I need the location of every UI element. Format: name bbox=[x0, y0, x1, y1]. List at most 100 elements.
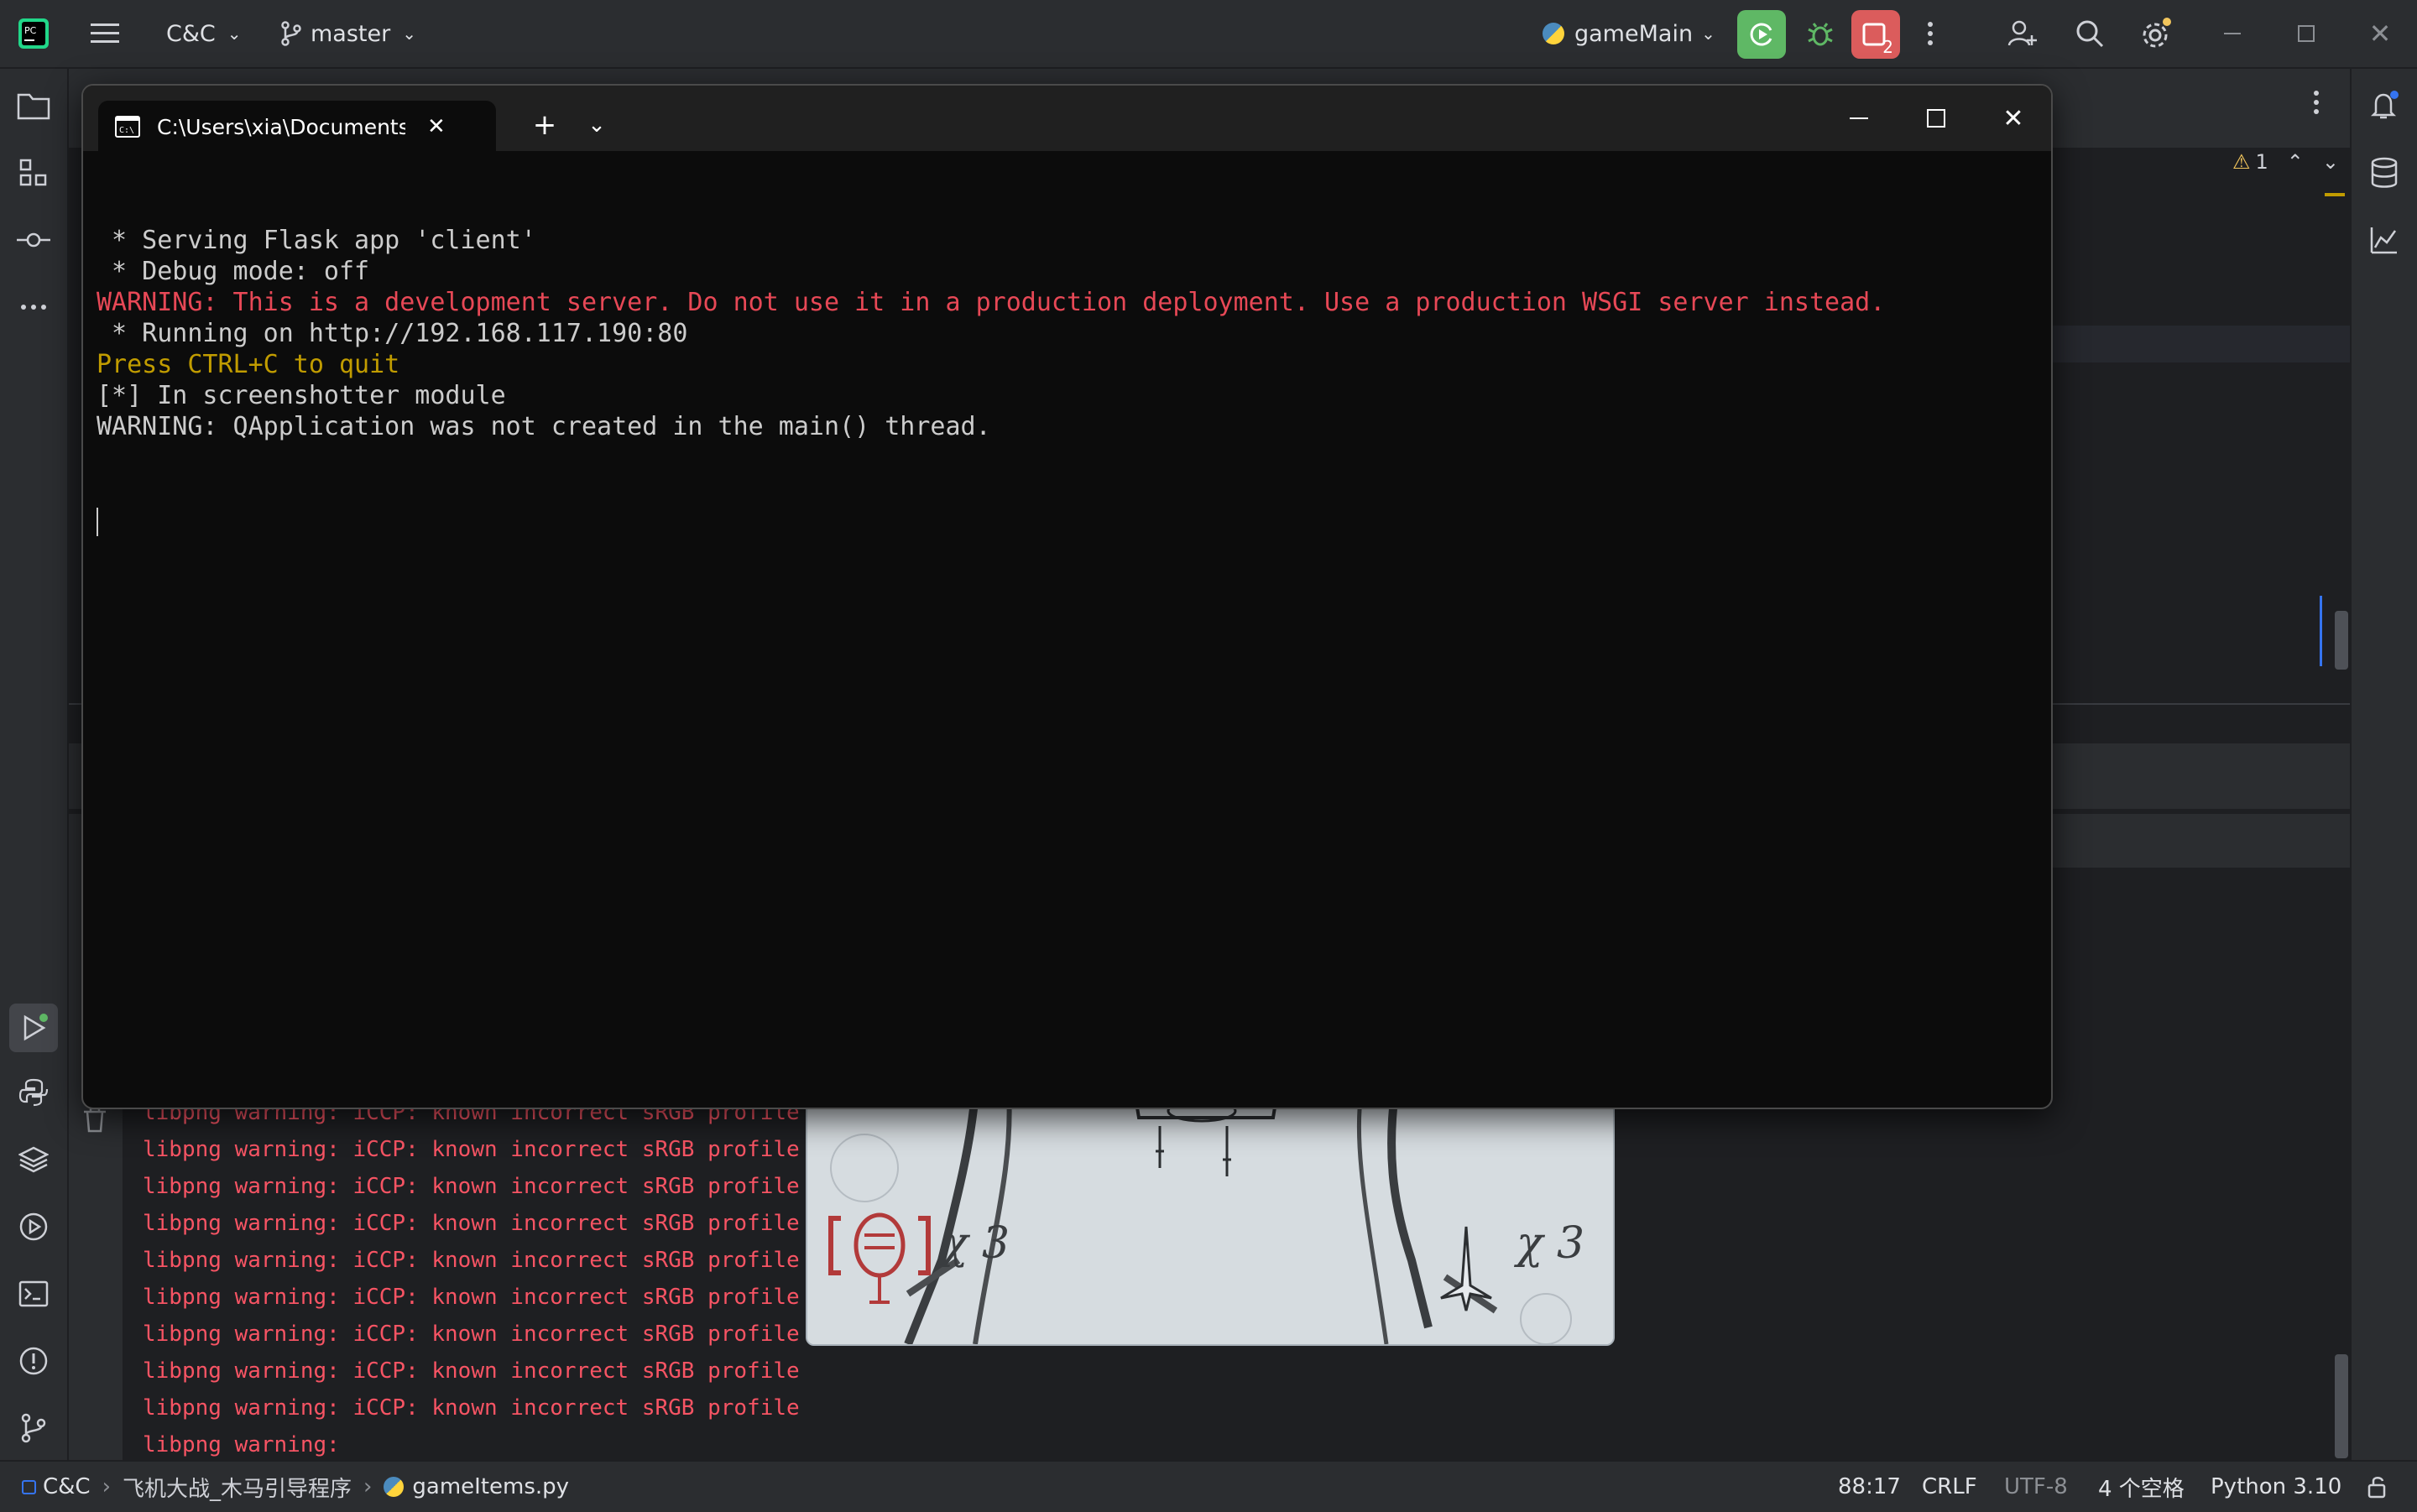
right-tool-stripe bbox=[2350, 69, 2417, 1460]
warning-stripe-marker bbox=[2325, 193, 2345, 196]
stop-button[interactable]: 2 bbox=[1851, 10, 1900, 59]
terminal-minimize-button[interactable] bbox=[1820, 86, 1898, 151]
close-button[interactable]: ✕ bbox=[2343, 0, 2417, 67]
console-line: libpng warning: iCCP: known incorrect sR… bbox=[143, 1358, 800, 1384]
terminal-title-bar: C:\ C:\Users\xia\Documents\gam ✕ + ⌄ ✕ bbox=[83, 86, 2051, 153]
hamburger-menu-icon[interactable] bbox=[91, 0, 119, 67]
python-interpreter[interactable]: Python 3.10 bbox=[2211, 1462, 2341, 1512]
project-name: C&C bbox=[166, 20, 216, 47]
bomb-count: χ 3 bbox=[942, 1218, 1010, 1269]
restore-icon bbox=[2298, 25, 2315, 42]
search-icon[interactable] bbox=[2075, 0, 2105, 67]
run-icon bbox=[1750, 23, 1772, 46]
debug-button[interactable] bbox=[1796, 10, 1845, 59]
rerun-button[interactable] bbox=[1737, 10, 1786, 59]
commit-icon[interactable] bbox=[13, 220, 54, 260]
terminal-line: [*] In screenshotter module bbox=[97, 381, 506, 410]
close-tab-icon[interactable]: ✕ bbox=[427, 114, 446, 139]
chevron-down-icon: ⌄ bbox=[227, 23, 242, 44]
console-line: libpng warning: iCCP: known incorrect sR… bbox=[143, 1174, 800, 1199]
minimize-button[interactable] bbox=[2195, 0, 2269, 67]
breadcrumb: C&C › 飞机大战_木马引导程序 › gameItems.py bbox=[22, 1462, 569, 1512]
layers-icon[interactable] bbox=[13, 1139, 54, 1180]
git-branch-icon bbox=[281, 21, 301, 46]
close-icon: ✕ bbox=[2368, 18, 2392, 50]
console-line: libpng warning: iCCP: known incorrect sR… bbox=[143, 1322, 800, 1347]
python-console-icon[interactable] bbox=[13, 1072, 54, 1113]
warning-icon: ⚠ bbox=[2232, 150, 2251, 174]
structure-icon[interactable] bbox=[13, 153, 54, 193]
svg-text:C:\: C:\ bbox=[119, 126, 134, 135]
console-line: libpng warning: iCCP: known incorrect sR… bbox=[143, 1248, 800, 1273]
console-scrollbar-thumb[interactable] bbox=[2335, 1354, 2348, 1458]
line-separator[interactable]: CRLF bbox=[1922, 1462, 1977, 1512]
restore-button[interactable] bbox=[2269, 0, 2343, 67]
chevron-down-icon[interactable]: ⌄ bbox=[2322, 150, 2339, 174]
maximize-icon bbox=[1927, 109, 1945, 128]
game-window[interactable]: χ 3 χ 3 bbox=[806, 1091, 1615, 1346]
console-line: libpng warning: iCCP: known incorrect sR… bbox=[143, 1211, 800, 1236]
chevron-up-icon[interactable]: ⌃ bbox=[2287, 150, 2304, 174]
terminal-line: WARNING: This is a development server. D… bbox=[97, 288, 1886, 317]
more-horizontal-icon[interactable] bbox=[13, 287, 54, 327]
terminal-line: Press CTRL+C to quit bbox=[97, 350, 400, 379]
debug-icon bbox=[1808, 23, 1833, 46]
cmd-icon: C:\ bbox=[115, 116, 140, 138]
close-icon: ✕ bbox=[2002, 103, 2024, 133]
caret-position[interactable]: 88:17 bbox=[1838, 1462, 1901, 1512]
stop-badge: 2 bbox=[1882, 37, 1893, 57]
trash-icon[interactable] bbox=[82, 1106, 107, 1136]
add-user-icon[interactable] bbox=[2007, 0, 2038, 67]
console-line: libpng warning: iCCP: known incorrect sR… bbox=[143, 1137, 800, 1162]
branch-selector[interactable]: master ⌄ bbox=[280, 0, 416, 67]
terminal-icon[interactable] bbox=[13, 1274, 54, 1314]
more-vertical-icon[interactable] bbox=[2313, 91, 2320, 117]
settings-icon[interactable] bbox=[2140, 0, 2174, 67]
new-tab-button[interactable]: + bbox=[519, 101, 570, 149]
run-config-selector[interactable]: gameMain ⌄ bbox=[1543, 0, 1715, 67]
console-line: libpng warning: iCCP: known incorrect sR… bbox=[143, 1395, 800, 1421]
minimize-icon bbox=[1850, 117, 1868, 119]
terminal-window[interactable]: C:\ C:\Users\xia\Documents\gam ✕ + ⌄ ✕ *… bbox=[81, 84, 2053, 1109]
breadcrumb-project[interactable]: C&C bbox=[43, 1474, 91, 1499]
chevron-down-icon: ⌄ bbox=[402, 23, 416, 44]
game-scene-sketch bbox=[807, 1092, 1613, 1344]
terminal-line: * Running on http://192.168.117.190:80 bbox=[97, 319, 688, 348]
services-icon[interactable] bbox=[13, 1207, 54, 1247]
console-line: libpng warning: iCCP: known incorrect sR… bbox=[143, 1285, 800, 1310]
python-file-icon bbox=[384, 1477, 405, 1497]
change-marker bbox=[2320, 596, 2322, 666]
breadcrumb-folder[interactable]: 飞机大战_木马引导程序 bbox=[123, 1472, 352, 1503]
tab-dropdown-button[interactable]: ⌄ bbox=[573, 101, 620, 149]
inspection-widget[interactable]: ⚠ 1 ⌃ ⌄ bbox=[2232, 148, 2339, 176]
terminal-close-button[interactable]: ✕ bbox=[1975, 86, 2051, 151]
lock-icon[interactable] bbox=[2367, 1462, 2388, 1512]
terminal-tab-title: C:\Users\xia\Documents\gam bbox=[157, 114, 405, 139]
minimize-icon bbox=[2224, 33, 2241, 34]
git-icon[interactable] bbox=[13, 1408, 54, 1448]
chevron-down-icon: ⌄ bbox=[1701, 23, 1715, 44]
breadcrumb-file[interactable]: gameItems.py bbox=[412, 1474, 569, 1499]
app-logo-icon[interactable]: PC bbox=[18, 0, 49, 67]
indent-setting[interactable]: 4 个空格 bbox=[2098, 1462, 2185, 1512]
warning-count: 1 bbox=[2255, 150, 2268, 174]
terminal-line: * Debug mode: off bbox=[97, 257, 370, 286]
status-bar: C&C › 飞机大战_木马引导程序 › gameItems.py 88:17 C… bbox=[0, 1460, 2417, 1512]
editor-scrollbar-thumb[interactable] bbox=[2335, 611, 2348, 670]
problems-icon[interactable] bbox=[13, 1341, 54, 1381]
terminal-maximize-button[interactable] bbox=[1898, 86, 1975, 151]
project-folder-icon[interactable] bbox=[13, 86, 54, 126]
branch-name: master bbox=[311, 20, 391, 47]
sciview-icon[interactable] bbox=[2364, 220, 2404, 260]
lives-count: χ 3 bbox=[1516, 1218, 1585, 1269]
project-selector[interactable]: C&C ⌄ bbox=[166, 0, 242, 67]
terminal-output[interactable]: * Serving Flask app 'client' * Debug mod… bbox=[97, 163, 2038, 1108]
notifications-icon[interactable] bbox=[2364, 86, 2404, 126]
file-encoding[interactable]: UTF-8 bbox=[2004, 1462, 2068, 1512]
terminal-line: * Serving Flask app 'client' bbox=[97, 226, 536, 255]
run-tool-icon[interactable] bbox=[9, 1004, 58, 1052]
terminal-tab[interactable]: C:\ C:\Users\xia\Documents\gam ✕ bbox=[98, 101, 496, 153]
more-vertical-icon[interactable] bbox=[1927, 0, 1934, 67]
python-config-icon bbox=[1543, 23, 1564, 44]
database-icon[interactable] bbox=[2364, 153, 2404, 193]
